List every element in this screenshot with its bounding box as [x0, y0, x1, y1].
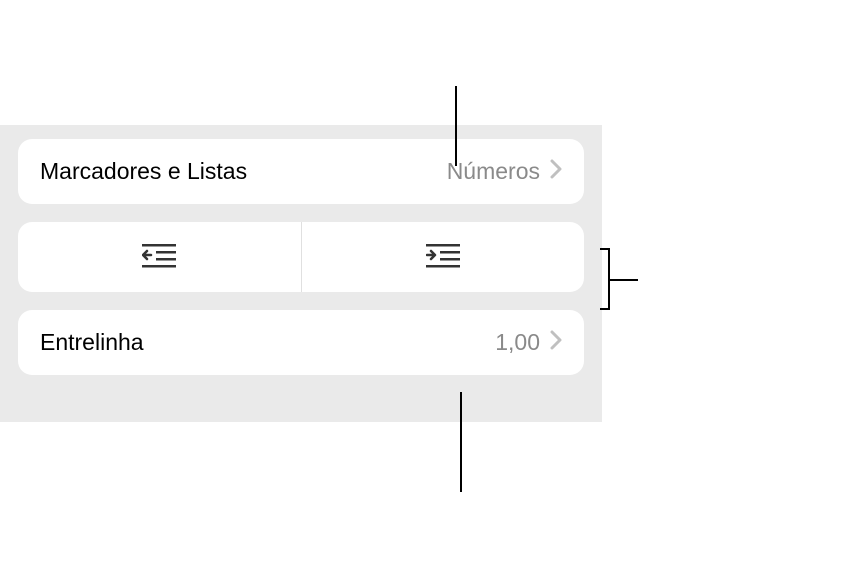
callout-line — [608, 279, 638, 281]
callout-line — [608, 248, 610, 310]
indent-button[interactable] — [302, 222, 585, 292]
bullets-lists-right: Números — [447, 158, 562, 185]
indent-controls — [18, 222, 584, 292]
chevron-right-icon — [550, 330, 562, 355]
callout-line — [460, 392, 462, 492]
indent-icon — [426, 242, 460, 273]
outdent-icon — [142, 242, 176, 273]
line-spacing-label: Entrelinha — [40, 329, 144, 356]
callout-line — [455, 86, 457, 166]
bullets-lists-label: Marcadores e Listas — [40, 158, 247, 185]
chevron-right-icon — [550, 159, 562, 184]
line-spacing-right: 1,00 — [495, 329, 562, 356]
bullets-lists-row[interactable]: Marcadores e Listas Números — [18, 139, 584, 204]
line-spacing-value: 1,00 — [495, 329, 540, 356]
outdent-button[interactable] — [18, 222, 302, 292]
callout-line — [600, 248, 608, 250]
callout-line — [600, 308, 608, 310]
bullets-lists-value: Números — [447, 158, 540, 185]
line-spacing-row[interactable]: Entrelinha 1,00 — [18, 310, 584, 375]
format-panel: Marcadores e Listas Números — [0, 125, 602, 422]
